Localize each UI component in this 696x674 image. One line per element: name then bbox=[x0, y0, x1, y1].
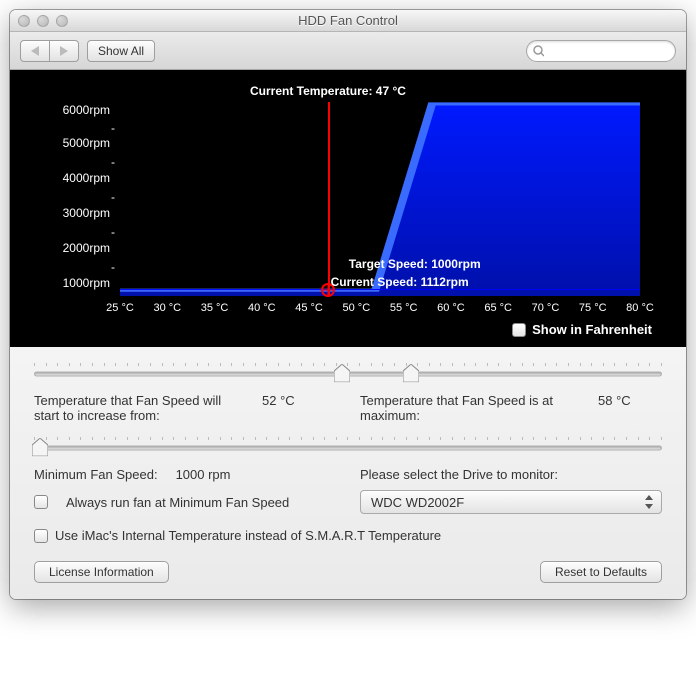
license-info-button[interactable]: License Information bbox=[34, 561, 169, 583]
show-all-label: Show All bbox=[98, 44, 144, 58]
x-tick-40: 40 °C bbox=[248, 302, 276, 314]
fan-curve-chart: Current Temperature: 47 °C 6000rpm - 500… bbox=[120, 88, 640, 316]
window-title: HDD Fan Control bbox=[10, 13, 686, 28]
y-tick-5000: 5000rpm bbox=[28, 136, 110, 150]
x-tick-25: 25 °C bbox=[106, 302, 134, 314]
chart-zone: Current Temperature: 47 °C 6000rpm - 500… bbox=[10, 70, 686, 347]
internal-temp-checkbox[interactable] bbox=[34, 529, 48, 543]
temperature-range-slider[interactable] bbox=[34, 363, 662, 385]
y-tick-3000: 3000rpm bbox=[28, 206, 110, 220]
fahrenheit-label: Show in Fahrenheit bbox=[532, 322, 652, 337]
titlebar: HDD Fan Control bbox=[10, 10, 686, 32]
drive-select[interactable]: WDC WD2002F bbox=[360, 490, 662, 514]
x-tick-65: 65 °C bbox=[484, 302, 512, 314]
current-speed-label: Current Speed: 1112rpm bbox=[331, 275, 469, 289]
drive-selected-value: WDC WD2002F bbox=[371, 495, 464, 510]
slider-thumb-start[interactable] bbox=[334, 364, 350, 382]
always-min-label: Always run fan at Minimum Fan Speed bbox=[66, 495, 289, 510]
x-tick-30: 30 °C bbox=[153, 302, 181, 314]
license-info-label: License Information bbox=[49, 565, 154, 579]
search-field[interactable] bbox=[526, 40, 676, 62]
controls: Temperature that Fan Speed will start to… bbox=[10, 347, 686, 599]
x-tick-80: 80 °C bbox=[626, 302, 654, 314]
slider-thumb-max[interactable] bbox=[403, 364, 419, 382]
plot-area: Target Speed: 1000rpm Current Speed: 111… bbox=[120, 102, 640, 296]
chevron-right-icon bbox=[60, 46, 68, 56]
chevron-left-icon bbox=[31, 46, 39, 56]
search-input[interactable] bbox=[548, 44, 675, 58]
x-tick-35: 35 °C bbox=[201, 302, 229, 314]
back-button[interactable] bbox=[20, 40, 50, 62]
y-tick-2000: 2000rpm bbox=[28, 241, 110, 255]
x-tick-70: 70 °C bbox=[532, 302, 560, 314]
baseline-1000 bbox=[120, 289, 640, 290]
min-speed-value: 1000 rpm bbox=[176, 467, 231, 482]
slider-rail bbox=[34, 446, 662, 451]
min-speed-thumb[interactable] bbox=[32, 438, 48, 456]
toolbar: Show All bbox=[10, 32, 686, 70]
fahrenheit-row: Show in Fahrenheit bbox=[28, 316, 668, 337]
search-icon bbox=[533, 45, 544, 57]
always-min-checkbox[interactable] bbox=[34, 495, 48, 509]
current-temp-line bbox=[328, 102, 330, 296]
increase-from-value: 52 °C bbox=[262, 393, 295, 408]
y-tick-1000: 1000rpm bbox=[28, 276, 110, 290]
max-at-value: 58 °C bbox=[598, 393, 631, 408]
y-tick-4000: 4000rpm bbox=[28, 171, 110, 185]
target-speed-label: Target Speed: 1000rpm bbox=[349, 257, 481, 271]
show-all-button[interactable]: Show All bbox=[87, 40, 155, 62]
min-speed-label: Minimum Fan Speed: bbox=[34, 467, 158, 482]
drive-select-label: Please select the Drive to monitor: bbox=[360, 467, 558, 482]
x-tick-45: 45 °C bbox=[295, 302, 323, 314]
fahrenheit-checkbox[interactable] bbox=[512, 323, 526, 337]
forward-button[interactable] bbox=[50, 40, 79, 62]
internal-temp-label: Use iMac's Internal Temperature instead … bbox=[55, 528, 441, 543]
x-tick-75: 75 °C bbox=[579, 302, 607, 314]
max-at-label: Temperature that Fan Speed is at maximum… bbox=[360, 393, 580, 423]
window: HDD Fan Control Show All Current Tempera… bbox=[10, 10, 686, 599]
x-tick-60: 60 °C bbox=[437, 302, 465, 314]
reset-defaults-button[interactable]: Reset to Defaults bbox=[540, 561, 662, 583]
y-tick-6000: 6000rpm bbox=[28, 103, 110, 117]
x-tick-55: 55 °C bbox=[390, 302, 418, 314]
min-speed-slider[interactable] bbox=[34, 437, 662, 459]
increase-from-label: Temperature that Fan Speed will start to… bbox=[34, 393, 244, 423]
current-temp-label: Current Temperature: 47 °C bbox=[250, 84, 406, 98]
x-tick-50: 50 °C bbox=[343, 302, 371, 314]
reset-defaults-label: Reset to Defaults bbox=[555, 565, 647, 579]
nav-segment bbox=[20, 40, 79, 62]
